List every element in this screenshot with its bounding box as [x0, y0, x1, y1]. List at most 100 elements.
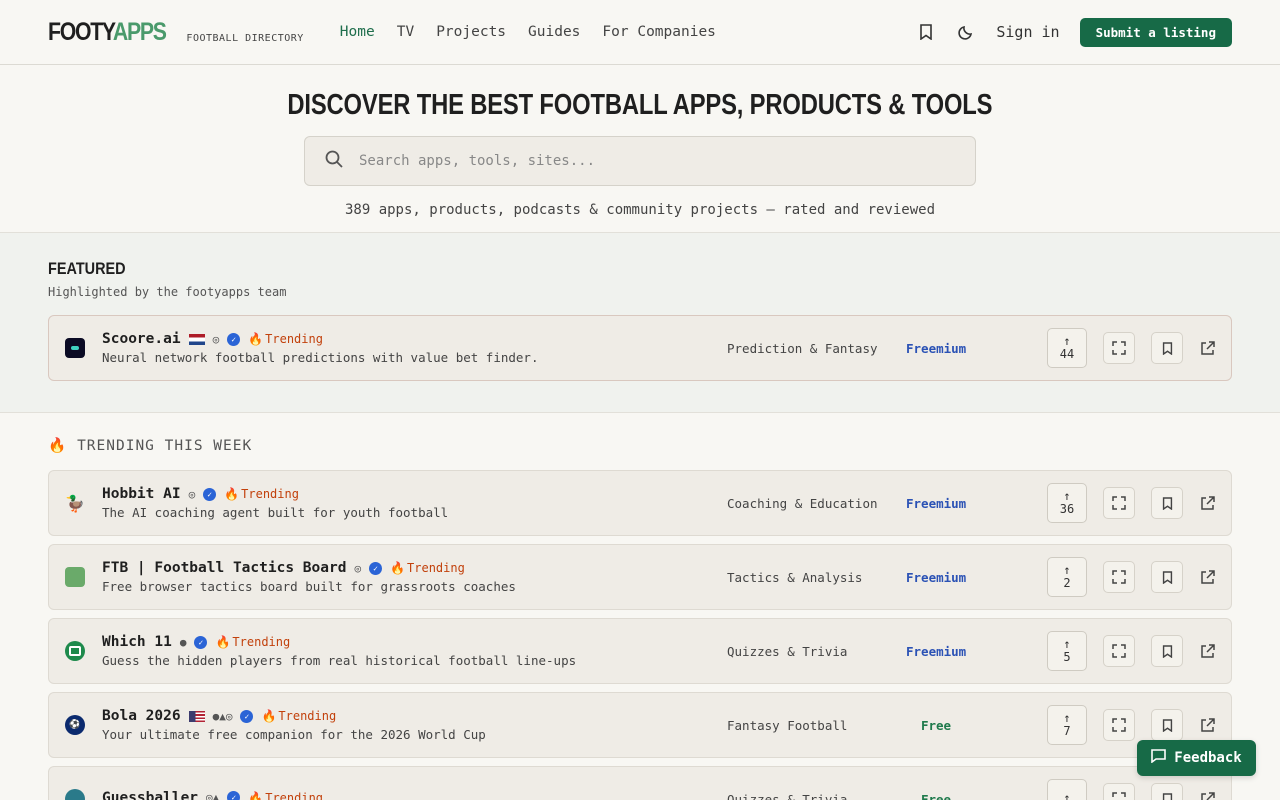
listing-category[interactable]: Tactics & Analysis [727, 570, 862, 585]
listing-card[interactable]: Guessballer ◎▲ ✓ 🔥 Trending Quizzes & Tri… [48, 766, 1232, 800]
arrow-up-icon: ↑ [1063, 791, 1071, 800]
verified-icon: ✓ [227, 332, 241, 346]
moon-icon[interactable] [956, 22, 976, 42]
vote-count: 2 [1063, 576, 1071, 590]
trending-badge: 🔥 Trending [224, 487, 299, 501]
listing-name[interactable]: Bola 2026 [102, 708, 181, 724]
vote-count: 7 [1063, 724, 1071, 738]
verified-icon: ✓ [227, 791, 241, 800]
bookmark-icon[interactable] [916, 22, 936, 42]
external-link-icon[interactable] [1191, 709, 1223, 741]
submit-listing-button[interactable]: Submit a listing [1079, 17, 1232, 47]
feedback-button[interactable]: Feedback [1137, 740, 1256, 776]
listing-category[interactable]: Quizzes & Trivia [727, 792, 847, 800]
site-logo[interactable]: FOOTYAPPS FOOTBALL DIRECTORY [48, 17, 304, 46]
verified-icon: ✓ [369, 561, 383, 575]
expand-icon[interactable] [1103, 332, 1135, 364]
logo-part-2: APPS [112, 17, 167, 46]
upvote-button[interactable]: ↑ 36 [1047, 483, 1087, 523]
expand-icon[interactable] [1103, 487, 1135, 519]
platform-icons: ◎▲ [206, 791, 220, 800]
listing-pricing: Freemium [906, 340, 967, 356]
nav-home[interactable]: Home [340, 24, 375, 40]
bookmark-button[interactable] [1151, 635, 1183, 667]
listing-description: Guess the hidden players from real histo… [102, 653, 577, 668]
expand-icon[interactable] [1103, 635, 1135, 667]
listing-category[interactable]: Fantasy Football [727, 718, 847, 733]
external-link-icon[interactable] [1191, 783, 1223, 800]
listing-category[interactable]: Coaching & Education [727, 496, 878, 511]
listing-category[interactable]: Quizzes & Trivia [727, 644, 847, 659]
listing-card[interactable]: Which 11 ● ✓ 🔥 Trending Guess the hidden … [48, 618, 1232, 684]
trending-label: Trending [407, 561, 465, 575]
bookmark-button[interactable] [1151, 709, 1183, 741]
expand-icon[interactable] [1103, 709, 1135, 741]
header-actions: Sign in Submit a listing [916, 17, 1232, 47]
external-link-icon[interactable] [1191, 487, 1223, 519]
app-logo: 🦆 [65, 493, 85, 513]
listing-category[interactable]: Prediction & Fantasy [727, 341, 878, 356]
featured-section: FEATURED Highlighted by the footyapps te… [0, 233, 1280, 413]
listing-card-scoore[interactable]: Scoore.ai ◎ ✓ 🔥 Trending Neural network f… [48, 315, 1232, 381]
trending-label: Trending [232, 635, 291, 649]
flag-netherlands-icon [188, 333, 205, 345]
flame-icon: 🔥 [248, 790, 264, 800]
trending-badge: 🔥 Trending [248, 332, 323, 346]
trending-badge: 🔥 Trending [248, 791, 323, 800]
listing-pricing: Free [920, 717, 952, 733]
expand-icon[interactable] [1103, 783, 1135, 800]
upvote-button[interactable]: ↑ 44 [1047, 328, 1087, 368]
trending-heading: 🔥 TRENDING THIS WEEK [48, 437, 1232, 455]
nav-for-companies[interactable]: For Companies [602, 24, 716, 40]
app-logo [65, 641, 85, 661]
listing-name[interactable]: Scoore.ai [102, 331, 181, 347]
listing-description: Neural network football predictions with… [102, 350, 539, 365]
main-nav: Home TV Projects Guides For Companies [340, 24, 716, 40]
search-bar[interactable] [304, 136, 976, 186]
external-link-icon[interactable] [1191, 561, 1223, 593]
bookmark-button[interactable] [1151, 487, 1183, 519]
search-icon [325, 150, 343, 172]
trending-section: 🔥 TRENDING THIS WEEK 🦆 Hobbit AI ◎ ✓ 🔥 Tre… [0, 413, 1280, 800]
listing-pricing: Free [920, 791, 952, 800]
sign-in-link[interactable]: Sign in [996, 23, 1059, 41]
upvote-button[interactable]: ↑ 7 [1047, 705, 1087, 745]
app-logo [65, 567, 85, 587]
hero-section: DISCOVER THE BEST FOOTBALL APPS, PRODUCT… [0, 65, 1280, 233]
bookmark-button[interactable] [1151, 332, 1183, 364]
listing-name[interactable]: Hobbit AI [102, 486, 181, 502]
featured-title: FEATURED [48, 259, 126, 278]
expand-icon[interactable] [1103, 561, 1135, 593]
nav-projects[interactable]: Projects [436, 24, 506, 40]
trending-label: Trending [265, 790, 324, 800]
external-link-icon[interactable] [1191, 635, 1223, 667]
directory-stats: 389 apps, products, podcasts & community… [344, 202, 935, 218]
upvote-button[interactable]: ↑ [1047, 779, 1087, 800]
external-link-icon[interactable] [1191, 332, 1223, 364]
bookmark-button[interactable] [1151, 783, 1183, 800]
search-input[interactable] [359, 153, 955, 169]
nav-guides[interactable]: Guides [528, 24, 580, 40]
trending-label: Trending [241, 487, 299, 501]
listing-name[interactable]: FTB | Football Tactics Board [102, 560, 346, 576]
vote-count: 44 [1059, 347, 1075, 361]
upvote-button[interactable]: ↑ 2 [1047, 557, 1087, 597]
verified-icon: ✓ [194, 635, 208, 649]
vote-count: 36 [1059, 502, 1075, 516]
chat-icon [1151, 749, 1167, 767]
trending-label: Trending [278, 709, 337, 723]
listing-card[interactable]: ⚽ Bola 2026 ●▲◎ ✓ 🔥 Trending Your ultimat… [48, 692, 1232, 758]
featured-subtitle: Highlighted by the footyapps team [48, 285, 287, 299]
apple-icon: ● [179, 635, 187, 649]
listing-description: Free browser tactics board built for gra… [102, 579, 516, 594]
listing-name[interactable]: Guessballer [102, 790, 198, 800]
listing-card[interactable]: FTB | Football Tactics Board ◎ ✓ 🔥 Trendi… [48, 544, 1232, 610]
upvote-button[interactable]: ↑ 5 [1047, 631, 1087, 671]
trending-badge: 🔥 Trending [215, 635, 290, 649]
nav-tv[interactable]: TV [397, 24, 414, 40]
logo-part-1: FOOTY [48, 17, 114, 46]
listing-card[interactable]: 🦆 Hobbit AI ◎ ✓ 🔥 Trending The AI coachin… [48, 470, 1232, 536]
listing-name[interactable]: Which 11 [102, 634, 172, 650]
bookmark-button[interactable] [1151, 561, 1183, 593]
top-header: FOOTYAPPS FOOTBALL DIRECTORY Home TV Pro… [0, 0, 1280, 65]
